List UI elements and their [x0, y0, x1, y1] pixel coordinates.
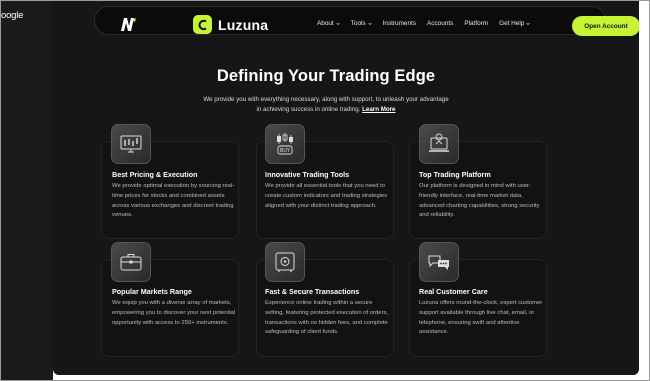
- feature-title: Popular Markets Range: [112, 287, 192, 296]
- menu-label: Platform: [464, 20, 489, 27]
- chevron-down-icon: [367, 22, 372, 25]
- feature-title: Top Trading Platform: [419, 170, 491, 179]
- buy-candles-icon: BUY: [265, 124, 305, 164]
- feature-description: Our platform is designed in mind with us…: [419, 183, 540, 219]
- brand-logo[interactable]: Luzuna: [193, 15, 268, 34]
- menu-about[interactable]: About: [317, 20, 340, 27]
- main-menu: About Tools Instruments Accounts Platfor…: [317, 20, 531, 27]
- monitor-chart-icon: [111, 124, 151, 164]
- safe-icon: [265, 242, 305, 282]
- support-chat-icon: [419, 242, 459, 282]
- menu-instruments[interactable]: Instruments: [383, 20, 416, 27]
- menu-label: Get Help: [499, 20, 525, 27]
- brand-name: Luzuna: [218, 16, 269, 33]
- google-partial-text: oogle: [1, 10, 24, 21]
- menu-label: About: [317, 20, 334, 27]
- open-account-button[interactable]: Open Account: [572, 16, 639, 36]
- subtitle-text: We provide you with everything necessary…: [203, 96, 449, 113]
- n-logo-icon[interactable]: [120, 17, 137, 32]
- briefcase-icon: [111, 242, 151, 282]
- feature-description: We provide optimal execution by sourcing…: [112, 183, 235, 219]
- page-title: Defining Your Trading Edge: [216, 67, 436, 85]
- learn-more-link[interactable]: Learn More: [362, 106, 395, 113]
- feature-title: Fast & Secure Transactions: [265, 287, 360, 296]
- menu-label: Tools: [350, 20, 366, 27]
- feature-title: Innovative Trading Tools: [265, 170, 350, 179]
- menu-platform[interactable]: Platform: [464, 20, 488, 27]
- menu-label: Accounts: [427, 20, 454, 27]
- browser-viewport: oogle Luzuna About Tools Instruments Acc…: [0, 0, 650, 381]
- feature-description: Experience online trading within a secur…: [265, 300, 389, 336]
- menu-label: Instruments: [382, 20, 417, 27]
- menu-tools[interactable]: Tools: [351, 20, 372, 27]
- page-subtitle: We provide you with everything necessary…: [201, 95, 451, 114]
- menu-get-help[interactable]: Get Help: [499, 20, 531, 27]
- luzuna-logo-icon: [193, 15, 212, 34]
- feature-description: Luzuna offers round-the-clock, expert cu…: [419, 300, 543, 336]
- laptop-platform-icon: [419, 124, 459, 164]
- top-navbar: Luzuna About Tools Instruments Accounts: [94, 6, 639, 36]
- menu-accounts[interactable]: Accounts: [427, 20, 453, 27]
- feature-description: We provide all essential tools that you …: [265, 183, 388, 209]
- chevron-down-icon: [526, 22, 531, 25]
- svg-text:BUY: BUY: [280, 148, 291, 154]
- feature-title: Best Pricing & Execution: [112, 170, 198, 179]
- left-strip: oogle: [1, 1, 53, 380]
- chevron-down-icon: [335, 22, 340, 25]
- feature-description: We equip you with a diverse array of mar…: [112, 300, 236, 326]
- feature-title: Real Customer Care: [419, 287, 488, 296]
